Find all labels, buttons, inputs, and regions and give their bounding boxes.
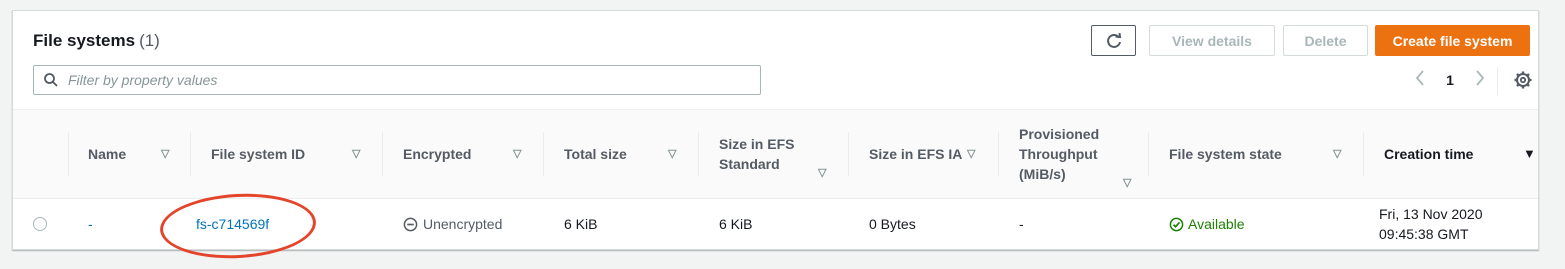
sort-icon: ▽ <box>668 148 677 160</box>
column-label: File system state <box>1169 146 1282 162</box>
pagination-divider <box>1497 67 1498 95</box>
create-file-system-button[interactable]: Create file system <box>1375 25 1530 56</box>
sort-icon: ▽ <box>1123 177 1132 189</box>
filter-input[interactable] <box>68 72 718 88</box>
column-divider <box>998 132 999 176</box>
column-label: Encrypted <box>403 146 472 162</box>
column-header-encrypted[interactable]: Encrypted ▽ <box>403 110 521 198</box>
column-divider <box>543 132 544 176</box>
cell-size-ia: 0 Bytes <box>869 216 916 232</box>
file-systems-panel: File systems (1) View details Delete Crea… <box>12 10 1539 250</box>
column-label: Total size <box>564 146 627 162</box>
column-header-creation-time[interactable]: Creation time ▼ <box>1384 110 1536 198</box>
chevron-right-icon[interactable] <box>1469 69 1491 91</box>
column-label: Size in EFS Standard <box>719 136 795 172</box>
column-label: File system ID <box>211 146 306 162</box>
column-divider <box>848 132 849 176</box>
column-header-total-size[interactable]: Total size ▽ <box>564 110 676 198</box>
name-value: - <box>88 216 93 232</box>
column-divider <box>68 132 69 176</box>
cell-total-size: 6 KiB <box>564 216 598 232</box>
column-divider <box>190 132 191 176</box>
table-header: Name ▽ File system ID ▽ Encrypted ▽ Tota… <box>13 109 1538 199</box>
column-divider <box>382 132 383 176</box>
column-header-file-system-id[interactable]: File system ID ▽ <box>211 110 360 198</box>
cell-throughput: - <box>1019 216 1024 232</box>
sort-icon: ▽ <box>161 148 170 160</box>
column-label: Creation time <box>1384 146 1474 162</box>
column-header-size-standard[interactable]: Size in EFS Standard ▽ <box>719 110 826 198</box>
gear-icon[interactable] <box>1513 70 1533 90</box>
cell-encrypted: Unencrypted <box>403 199 502 249</box>
sort-icon: ▽ <box>1333 148 1342 160</box>
sort-icon: ▽ <box>513 148 522 160</box>
refresh-button[interactable] <box>1091 25 1136 56</box>
column-header-provisioned-throughput[interactable]: Provisioned Throughput (MiB/s) ▽ <box>1019 110 1131 198</box>
sort-icon: ▽ <box>818 167 827 179</box>
column-label: Size in EFS IA <box>869 146 963 162</box>
title-count: (1) <box>139 31 160 50</box>
state-value: Available <box>1188 216 1245 232</box>
cell-state: Available <box>1169 199 1245 249</box>
column-header-file-system-state[interactable]: File system state ▽ <box>1169 110 1341 198</box>
encrypted-value: Unencrypted <box>423 216 503 232</box>
column-header-name[interactable]: Name ▽ <box>88 110 169 198</box>
title-text: File systems <box>33 31 136 50</box>
column-label: Provisioned Throughput (MiB/s) <box>1019 126 1100 182</box>
cell-size-standard: 6 KiB <box>719 216 753 232</box>
filter-field[interactable] <box>33 65 761 95</box>
table-row[interactable]: - fs-c714569f Unencrypted 6 KiB 6 KiB 0 … <box>13 199 1538 249</box>
cell-creation-time: Fri, 13 Nov 2020 09:45:38 GMT <box>1379 199 1483 249</box>
current-page[interactable]: 1 <box>1439 72 1461 88</box>
refresh-icon <box>1106 32 1121 48</box>
column-divider <box>1363 132 1364 176</box>
cell-name: - <box>88 199 93 249</box>
status-success-icon <box>1169 217 1184 231</box>
row-select-radio[interactable] <box>33 217 47 231</box>
status-negative-icon <box>403 217 418 231</box>
pagination: 1 <box>1409 69 1491 91</box>
creation-date: Fri, 13 Nov 2020 <box>1379 206 1483 222</box>
file-system-id-link[interactable]: fs-c714569f <box>196 214 269 234</box>
creation-time: 09:45:38 GMT <box>1379 226 1469 242</box>
column-label: Name <box>88 146 127 162</box>
cell-file-system-id: fs-c714569f <box>196 199 269 249</box>
sort-icon: ▽ <box>352 148 361 160</box>
delete-button[interactable]: Delete <box>1283 25 1368 56</box>
sort-descending-icon: ▼ <box>1523 146 1536 161</box>
search-icon <box>44 73 58 87</box>
column-header-size-ia[interactable]: Size in EFS IA ▽ <box>869 110 975 198</box>
page-title: File systems (1) <box>33 31 160 51</box>
column-divider <box>698 132 699 176</box>
chevron-left-icon[interactable] <box>1409 69 1431 91</box>
view-details-button[interactable]: View details <box>1149 25 1275 56</box>
column-divider <box>1148 132 1149 176</box>
sort-icon: ▽ <box>967 148 976 160</box>
